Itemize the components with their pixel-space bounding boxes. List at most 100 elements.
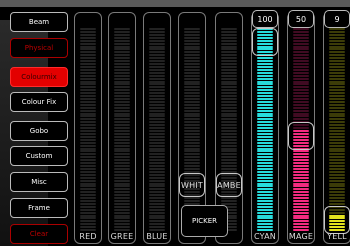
fader-segment [257, 159, 273, 162]
fader-segment [329, 135, 345, 138]
category-button-gobo[interactable]: Gobo [10, 121, 68, 141]
fader-segment [221, 97, 237, 100]
fader-segment [184, 156, 200, 159]
fader-segment [221, 144, 237, 147]
fader-segment [329, 65, 345, 68]
fader-segment [114, 214, 130, 217]
fader-segment [114, 188, 130, 191]
fader-segment [257, 80, 273, 83]
fader-segment [80, 138, 96, 141]
fader-segment [80, 109, 96, 112]
fader-segment [329, 92, 345, 95]
fader-segment [80, 147, 96, 150]
fader-segment [329, 182, 345, 185]
fader-label-cyan: CYAN [254, 232, 276, 241]
fader-segment [114, 127, 130, 130]
category-button-clear[interactable]: Clear [10, 224, 68, 244]
fader-segment [221, 95, 237, 97]
fader-segment [149, 162, 165, 165]
category-button-misc[interactable]: Misc [10, 172, 68, 192]
fader-handle-yellow[interactable] [324, 205, 350, 234]
fader-segment [114, 74, 130, 77]
fader-segment [114, 226, 130, 229]
fader-segment [293, 159, 309, 162]
fader-segment [257, 205, 273, 208]
fader-segment [293, 36, 309, 39]
fader-segment [149, 214, 165, 217]
category-button-colour-fix[interactable]: Colour Fix [10, 92, 68, 112]
fader-segment [293, 109, 309, 112]
fader-segment [257, 63, 273, 65]
fader-segment [293, 92, 309, 95]
fader-segment [293, 106, 309, 109]
fader-handle-cyan[interactable] [252, 28, 278, 56]
fader-segment [221, 42, 237, 45]
fader-segment [257, 100, 273, 103]
fader-segment [184, 141, 200, 144]
fader-segment [149, 71, 165, 74]
fader-segment [149, 226, 165, 229]
fader-segment [329, 153, 345, 156]
fader-segment [184, 138, 200, 141]
fader-segment [114, 191, 130, 194]
fader-segment [184, 121, 200, 124]
fader-segment [329, 89, 345, 92]
category-button-custom[interactable]: Custom [10, 146, 68, 166]
fader-segment [257, 127, 273, 130]
fader-value-yellow: 9 [324, 10, 350, 28]
fader-segment [329, 97, 345, 100]
fader-segment [149, 223, 165, 226]
fader-segment [114, 229, 130, 232]
fader-segment [114, 28, 130, 30]
fader-segment [149, 202, 165, 205]
fader-segment [221, 135, 237, 138]
fader-segment [329, 130, 345, 132]
category-button-physical[interactable]: Physical [10, 38, 68, 58]
fader-segment [114, 197, 130, 199]
fader-segment [221, 109, 237, 112]
fader-segment [114, 173, 130, 176]
fader-segment [257, 60, 273, 63]
fader-segment [80, 226, 96, 229]
fader-segment [149, 197, 165, 199]
fader-segment [149, 28, 165, 30]
fader-segment [184, 100, 200, 103]
fader-segment [149, 86, 165, 89]
fader-segment [329, 167, 345, 170]
fader-segment [221, 199, 237, 202]
fader-segment [329, 176, 345, 179]
category-button-frame[interactable]: Frame [10, 198, 68, 218]
fader-segment [149, 167, 165, 170]
picker-button[interactable]: PICKER [181, 205, 228, 237]
fader-segment [114, 176, 130, 179]
fader-handle-magenta[interactable] [288, 122, 314, 150]
fader-segment [329, 36, 345, 39]
fader-segment [80, 182, 96, 185]
fader-label-red: RED [79, 232, 97, 241]
fader-segment [114, 103, 130, 106]
fader-segment [184, 45, 200, 48]
fader-segment [257, 208, 273, 211]
fader-segment [329, 188, 345, 191]
fader-segment [329, 86, 345, 89]
fader-segment [80, 65, 96, 68]
fader-segment [221, 71, 237, 74]
fader-segment [80, 127, 96, 130]
fader-segment [114, 121, 130, 124]
category-button-beam[interactable]: Beam [10, 12, 68, 32]
fader-segment [114, 179, 130, 182]
category-button-colourmix[interactable]: Colourmix [10, 67, 68, 87]
fader-segment [184, 86, 200, 89]
fader-segment [184, 28, 200, 30]
fader-segment [293, 223, 309, 226]
fader-segment [80, 170, 96, 173]
fader-segment [221, 132, 237, 135]
fader-segment [80, 77, 96, 80]
fader-segment [257, 135, 273, 138]
fader-segment [329, 197, 345, 199]
fader-segment [293, 205, 309, 208]
fader-segment [293, 176, 309, 179]
fader-segment [80, 103, 96, 106]
fader-segment [184, 103, 200, 106]
fader-segment [80, 95, 96, 97]
